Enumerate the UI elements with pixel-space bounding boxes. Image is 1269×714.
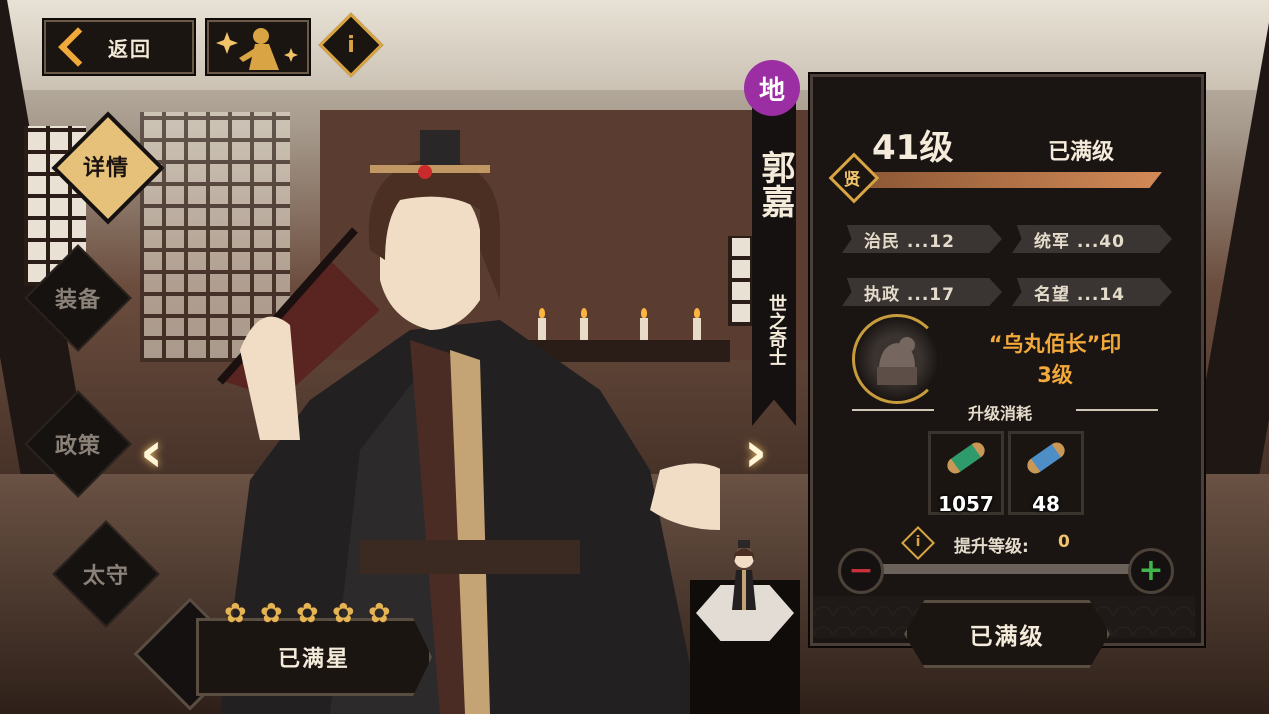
sidebar-item-label: 政策 [54,434,101,459]
rank-badge: 地 [744,60,800,116]
max-level-button[interactable]: 已满级 [904,600,1110,668]
star-icon: ✿ [332,598,355,629]
seal-name: “乌丸佰长”印 [988,332,1122,356]
seal-icon[interactable] [852,314,942,404]
stat-governance: 治民 ...12 [842,225,1002,253]
level-text: 41级 [872,128,954,168]
stat-fame: 名望 ...14 [1012,278,1172,306]
star-status: 已满星 [277,647,350,672]
info-icon: i [915,534,921,550]
golden-figure-icon [216,28,298,70]
back-button[interactable]: 返回 [44,20,194,74]
cost-item[interactable]: 1057 [928,431,1004,516]
star-rating: ✿ ✿ ✿ ✿ ✿ [224,600,396,628]
max-level-label: 已满级 [969,624,1045,650]
name-banner [752,96,796,426]
star-status-plate: 已满星 [196,618,432,696]
sidebar-item-governor[interactable]: 太守 [46,514,166,634]
hero-portrait-button[interactable] [207,20,309,74]
star-icon: ✿ [368,598,391,629]
hero-title: 世之奇士 [766,294,787,366]
stat-command: 统军 ...40 [1012,225,1172,253]
sidebar-item-policy[interactable]: 政策 [18,384,138,504]
green-scroll-icon [944,439,988,477]
decrease-button[interactable]: − [838,548,884,594]
cost-title: 升级消耗 [967,404,1032,423]
back-label: 返回 [108,36,152,61]
back-arrow-icon [58,27,98,67]
increase-button[interactable]: + [1128,548,1174,594]
rank-label: 贤 [843,169,861,190]
next-hero-arrow[interactable]: › [744,420,767,485]
sidebar-item-label: 装备 [54,288,101,313]
sidebar-item-details[interactable]: 详情 [46,106,166,226]
star-icon: ✿ [260,598,283,629]
divider [1076,409,1158,411]
sidebar-item-label: 太守 [82,564,129,589]
upgrade-value: 0 [1058,532,1070,552]
sidebar-item-label: 详情 [82,156,129,181]
stat-politics: 执政 ...17 [842,278,1002,306]
chibi-avatar [732,540,756,610]
seal-level: 3级 [1037,363,1073,387]
sidebar-item-equipment[interactable]: 装备 [18,238,138,358]
seal-figure [877,337,917,385]
blue-scroll-icon [1024,439,1068,477]
previous-hero-arrow[interactable]: ‹ [140,420,163,485]
cost-item[interactable]: 48 [1008,431,1084,516]
info-icon: i [347,32,355,58]
level-slider[interactable] [876,564,1136,574]
upgrade-label: 提升等级: [954,537,1029,557]
item-count: 48 [1032,492,1060,516]
experience-bar [850,172,1162,188]
star-icon: ✿ [296,598,319,629]
item-count: 1057 [938,492,994,516]
divider [852,409,934,411]
level-status: 已满级 [1048,140,1115,165]
star-icon: ✿ [224,598,247,629]
hero-name: 郭嘉 [755,150,795,218]
